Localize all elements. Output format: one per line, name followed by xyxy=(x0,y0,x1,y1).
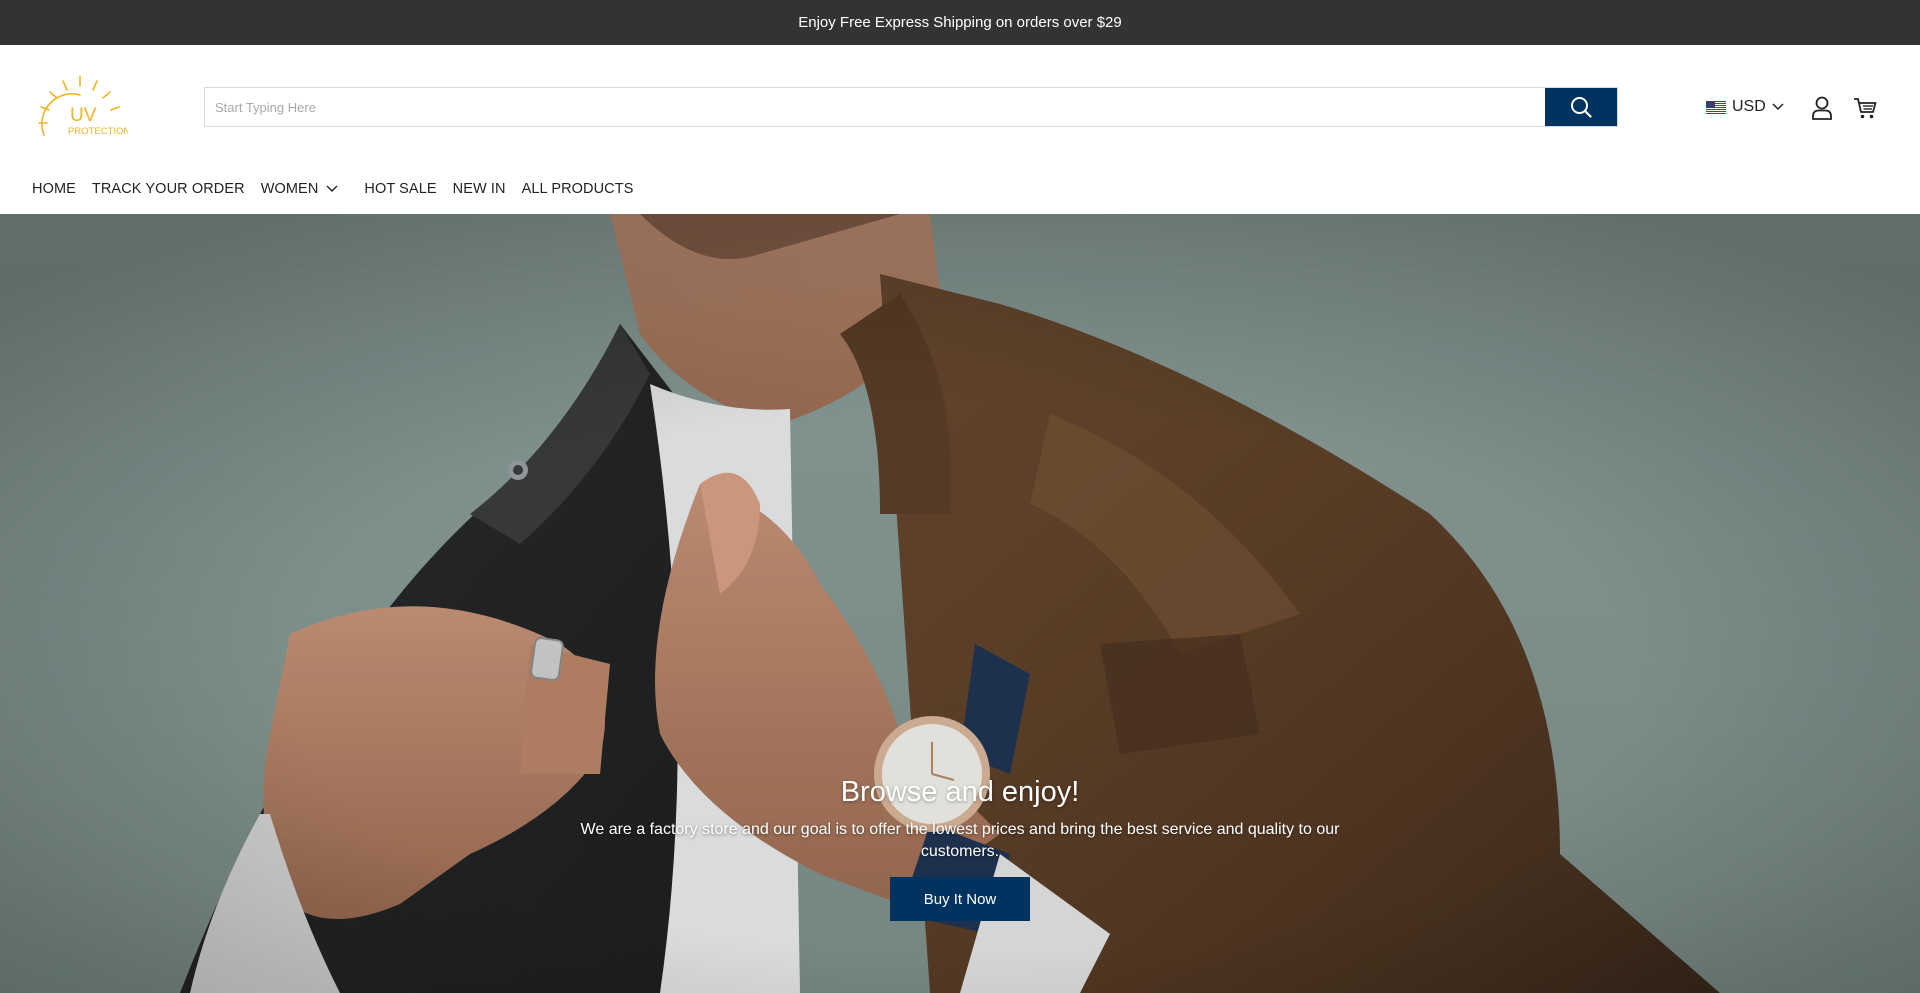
account-icon[interactable] xyxy=(1810,95,1834,121)
sun-logo-icon: UV PROTECTION xyxy=(38,75,130,137)
announcement-text: Enjoy Free Express Shipping on orders ov… xyxy=(798,14,1122,31)
chevron-down-icon xyxy=(326,185,338,192)
hero-banner: Browse and enjoy! We are a factory store… xyxy=(0,214,1920,993)
nav-item-hot-sale[interactable]: HOT SALE xyxy=(364,181,436,197)
search-input[interactable] xyxy=(205,88,1545,126)
logo-text-uv: UV xyxy=(70,105,97,126)
search-button[interactable] xyxy=(1545,88,1617,126)
currency-selector[interactable]: USD xyxy=(1706,95,1784,119)
hero-content: Browse and enjoy! We are a factory store… xyxy=(0,776,1920,921)
currency-label: USD xyxy=(1732,98,1766,115)
logo-text-protection: PROTECTION xyxy=(68,126,128,137)
nav-item-track-order[interactable]: TRACK YOUR ORDER xyxy=(92,181,245,197)
nav-item-home[interactable]: HOME xyxy=(32,181,76,197)
us-flag-icon xyxy=(1706,100,1726,114)
site-header: UV PROTECTION USD xyxy=(0,45,1920,214)
hero-subtitle: We are a factory store and our goal is t… xyxy=(580,821,1340,860)
main-nav: HOME TRACK YOUR ORDER WOMEN HOT SALE NEW… xyxy=(32,179,649,199)
search-icon xyxy=(1571,97,1592,118)
buy-it-now-button[interactable]: Buy It Now xyxy=(890,877,1030,921)
nav-item-all-products[interactable]: ALL PRODUCTS xyxy=(522,181,634,197)
nav-item-women-label: WOMEN xyxy=(260,181,319,197)
chevron-down-icon xyxy=(1772,103,1784,111)
search-bar xyxy=(204,87,1618,127)
nav-item-women[interactable]: WOMEN xyxy=(261,181,339,197)
nav-item-new-in[interactable]: NEW IN xyxy=(453,181,506,197)
hero-title: Browse and enjoy! xyxy=(840,776,1080,808)
site-logo[interactable]: UV PROTECTION xyxy=(36,73,130,143)
cart-icon[interactable] xyxy=(1852,95,1878,121)
announcement-bar: Enjoy Free Express Shipping on orders ov… xyxy=(0,0,1920,45)
